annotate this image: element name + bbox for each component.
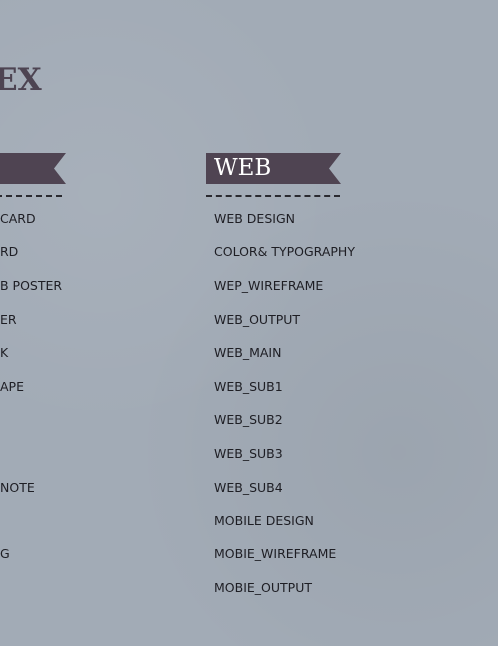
index-item-web-main[interactable]: WEB_MAIN [214, 345, 281, 361]
index-item-web-output[interactable]: WEB_OUTPUT [214, 312, 300, 328]
index-item-left[interactable]: RD [0, 244, 18, 260]
index-item-color-typography[interactable]: COLOR& TYPOGRAPHY [214, 244, 355, 260]
index-item-web-wireframe[interactable]: WEP_WIREFRAME [214, 278, 323, 294]
dashed-divider-web [206, 195, 340, 197]
index-item-web-sub2[interactable]: WEB_SUB2 [214, 412, 283, 428]
index-item-left[interactable]: APE [0, 379, 24, 395]
index-item-left[interactable]: CARD [0, 211, 36, 227]
index-item-mobile-output[interactable]: MOBIE_OUTPUT [214, 580, 312, 596]
index-item-web-sub4[interactable]: WEB_SUB4 [214, 480, 283, 496]
index-item-left[interactable]: G [0, 546, 10, 562]
index-item-web-sub1[interactable]: WEB_SUB1 [214, 379, 283, 395]
index-item-left[interactable]: NOTE [0, 480, 35, 496]
dashed-divider-left [0, 195, 62, 197]
index-item-web-sub3[interactable]: WEB_SUB3 [214, 446, 283, 462]
page-title: EX [0, 62, 42, 98]
section-ribbon-left [0, 153, 66, 184]
index-item-left[interactable]: ER [0, 312, 17, 328]
index-item-web-design[interactable]: WEB DESIGN [214, 211, 295, 227]
index-item-mobile-wireframe[interactable]: MOBIE_WIREFRAME [214, 546, 336, 562]
index-item-left[interactable]: K [0, 345, 8, 361]
section-ribbon-web: WEB [206, 153, 341, 184]
index-item-mobile-design[interactable]: MOBILE DESIGN [214, 513, 314, 529]
index-item-left[interactable]: B POSTER [0, 278, 62, 294]
